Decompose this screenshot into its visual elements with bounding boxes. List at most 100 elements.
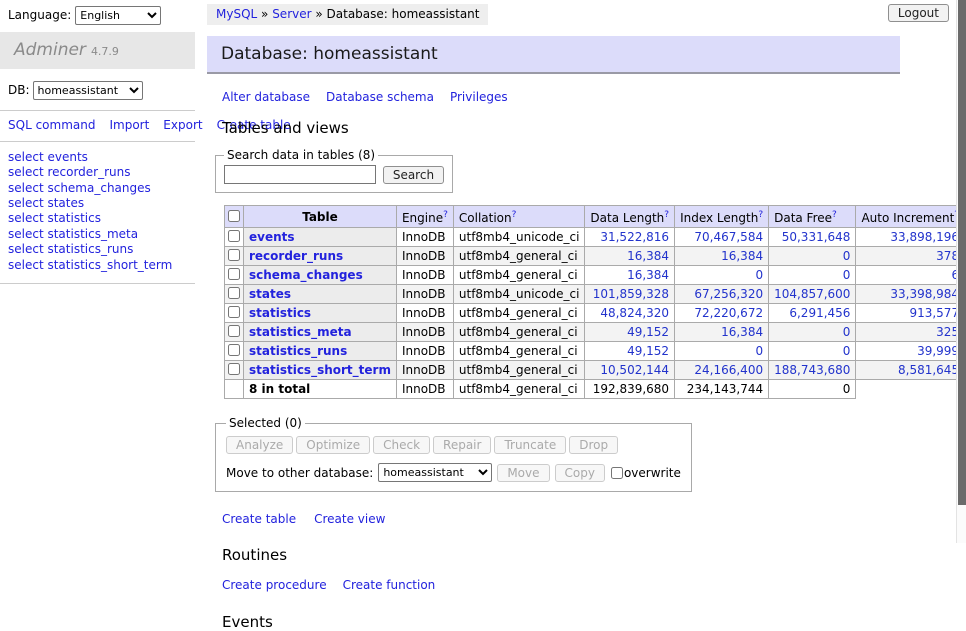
sidebar-select-link[interactable]: select states xyxy=(8,196,195,211)
row-checkbox[interactable] xyxy=(228,268,240,280)
row-checkbox[interactable] xyxy=(228,306,240,318)
row-checkbox[interactable] xyxy=(228,344,240,356)
cell-auto-increment: 378 xyxy=(856,247,965,266)
table-link[interactable]: statistics_runs xyxy=(249,344,347,358)
cell-index-length: 67,256,320 xyxy=(675,285,769,304)
cell-index-length: 70,467,584 xyxy=(675,228,769,247)
sidebar-select-link[interactable]: select events xyxy=(8,150,195,165)
row-checkbox-cell xyxy=(225,228,244,247)
breadcrumb-link[interactable]: MySQL xyxy=(216,7,257,21)
routines-heading: Routines xyxy=(222,546,900,564)
create-link[interactable]: Create view xyxy=(314,512,385,526)
search-button[interactable]: Search xyxy=(383,166,444,184)
breadcrumb-separator: » xyxy=(257,7,272,21)
sidebar-select-link[interactable]: select statistics_runs xyxy=(8,242,195,257)
db-select[interactable]: homeassistant xyxy=(33,81,143,100)
scrollbar-thumb[interactable] xyxy=(958,0,966,505)
language-select[interactable]: English xyxy=(75,6,161,25)
cell-auto-increment: 6 xyxy=(856,266,965,285)
cell-index-length: 16,384 xyxy=(675,247,769,266)
row-checkbox-cell xyxy=(225,285,244,304)
table-link[interactable]: schema_changes xyxy=(249,268,363,282)
analyze-button[interactable]: Analyze xyxy=(226,436,293,454)
row-checkbox[interactable] xyxy=(228,249,240,261)
table-link[interactable]: statistics_short_term xyxy=(249,363,391,377)
table-row: statisticsInnoDButf8mb4_general_ci48,824… xyxy=(225,304,966,323)
row-checkbox[interactable] xyxy=(228,325,240,337)
sidebar-action-link[interactable]: Import xyxy=(109,118,149,132)
table-link[interactable]: events xyxy=(249,230,295,244)
db-nav-link[interactable]: Database schema xyxy=(326,90,434,104)
column-header-engine: Engine? xyxy=(396,206,453,228)
column-hint-icon[interactable]: ? xyxy=(664,210,669,220)
breadcrumb-current: Database: homeassistant xyxy=(327,7,480,21)
optimize-button[interactable]: Optimize xyxy=(296,436,370,454)
column-header-auto-increment: Auto Increment? xyxy=(856,206,965,228)
column-hint-icon[interactable]: ? xyxy=(512,210,517,220)
column-hint-icon[interactable]: ? xyxy=(832,210,837,220)
row-checkbox[interactable] xyxy=(228,287,240,299)
cell-engine: InnoDB xyxy=(396,228,453,247)
move-database-select[interactable]: homeassistant xyxy=(378,463,492,482)
db-nav-links: Alter database Database schema Privileges xyxy=(222,90,900,104)
total-engine-cell: InnoDB xyxy=(396,380,453,399)
table-row: eventsInnoDButf8mb4_unicode_ci31,522,816… xyxy=(225,228,966,247)
move-row: Move to other database: homeassistant Mo… xyxy=(226,463,681,482)
move-button[interactable]: Move xyxy=(497,464,549,482)
table-row: statistics_runsInnoDButf8mb4_general_ci4… xyxy=(225,342,966,361)
overwrite-checkbox[interactable] xyxy=(611,467,623,479)
sidebar-select-link[interactable]: select schema_changes xyxy=(8,181,195,196)
repair-button[interactable]: Repair xyxy=(433,436,491,454)
sidebar-action-link[interactable]: SQL command xyxy=(8,118,95,132)
cell-collation: utf8mb4_general_ci xyxy=(453,304,585,323)
page-title: Database: homeassistant xyxy=(207,36,900,74)
cell-index-length: 72,220,672 xyxy=(675,304,769,323)
check-button[interactable]: Check xyxy=(373,436,430,454)
db-nav-link[interactable]: Privileges xyxy=(450,90,508,104)
column-hint-icon[interactable]: ? xyxy=(758,210,763,220)
routine-link[interactable]: Create function xyxy=(343,578,436,592)
row-checkbox-cell xyxy=(225,361,244,380)
table-link[interactable]: statistics_meta xyxy=(249,325,352,339)
drop-button[interactable]: Drop xyxy=(569,436,618,454)
search-input[interactable] xyxy=(224,165,376,184)
sidebar-table-links: select eventsselect recorder_runsselect … xyxy=(0,142,195,283)
cell-auto-increment: 39,999 xyxy=(856,342,965,361)
sidebar-action-link[interactable]: Export xyxy=(163,118,202,132)
table-link[interactable]: statistics xyxy=(249,306,311,320)
cell-data-free: 0 xyxy=(769,266,856,285)
table-link[interactable]: recorder_runs xyxy=(249,249,343,263)
breadcrumb: MySQL » Server » Database: homeassistant xyxy=(207,4,488,25)
cell-engine: InnoDB xyxy=(396,304,453,323)
table-header-row: TableEngine?Collation?Data Length?Index … xyxy=(225,206,966,228)
vertical-scrollbar[interactable] xyxy=(956,0,966,543)
cell-engine: InnoDB xyxy=(396,361,453,380)
cell-auto-increment: 8,581,645 xyxy=(856,361,965,380)
truncate-button[interactable]: Truncate xyxy=(494,436,566,454)
cell-data-length: 31,522,816 xyxy=(585,228,675,247)
cell-data-length: 10,502,144 xyxy=(585,361,675,380)
row-checkbox[interactable] xyxy=(228,363,240,375)
breadcrumb-link[interactable]: Server xyxy=(272,7,311,21)
copy-button[interactable]: Copy xyxy=(555,464,605,482)
sidebar-select-link[interactable]: select recorder_runs xyxy=(8,165,195,180)
cell-index-length: 16,384 xyxy=(675,323,769,342)
select-all-checkbox[interactable] xyxy=(228,210,240,222)
cell-table-name: statistics_short_term xyxy=(244,361,397,380)
create-link[interactable]: Create table xyxy=(222,512,296,526)
column-header-collation: Collation? xyxy=(453,206,585,228)
sidebar-select-link[interactable]: select statistics_meta xyxy=(8,227,195,242)
total-data-free-cell: 0 xyxy=(769,380,856,399)
cell-data-free: 0 xyxy=(769,323,856,342)
table-link[interactable]: states xyxy=(249,287,291,301)
db-nav-link[interactable]: Alter database xyxy=(222,90,310,104)
overwrite-label: overwrite xyxy=(624,466,681,480)
routine-link[interactable]: Create procedure xyxy=(222,578,327,592)
selected-buttons: AnalyzeOptimizeCheckRepairTruncateDrop xyxy=(226,436,681,454)
row-checkbox[interactable] xyxy=(228,230,240,242)
search-legend: Search data in tables (8) xyxy=(224,148,378,162)
sidebar-select-link[interactable]: select statistics xyxy=(8,211,195,226)
sidebar-select-link[interactable]: select statistics_short_term xyxy=(8,258,195,273)
column-hint-icon[interactable]: ? xyxy=(443,210,448,220)
logout-button[interactable]: Logout xyxy=(888,4,949,22)
